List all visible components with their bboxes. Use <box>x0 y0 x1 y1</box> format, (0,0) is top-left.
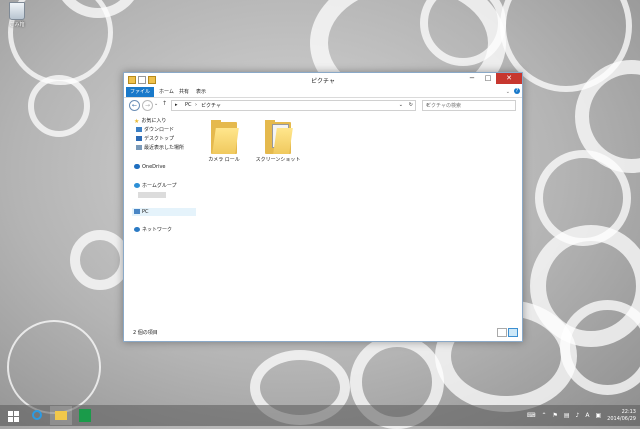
nav-pc[interactable]: PC <box>134 208 149 215</box>
tray-overflow-chevron-icon[interactable]: ⌃ <box>541 412 546 419</box>
nav-recent-places[interactable]: 最近表示した場所 <box>136 144 184 151</box>
file-explorer-taskbar-icon[interactable] <box>50 406 72 425</box>
keyboard-icon[interactable]: ⌨ <box>527 412 536 419</box>
explorer-window: ピクチャ − □ ✕ ファイル ホーム 共有 表示 ⌄ ? ← → ⌄ ↑ ▸ … <box>123 72 523 342</box>
search-icon[interactable]: ⌕ <box>426 101 512 109</box>
ime-mode-icon[interactable]: ▣ <box>596 412 602 419</box>
large-icons-view-button[interactable] <box>508 328 518 337</box>
folder-screenshots-icon <box>265 120 293 154</box>
volume-icon[interactable]: ♪ <box>576 412 580 419</box>
recent-places-icon <box>136 145 142 150</box>
store-taskbar-icon[interactable] <box>74 406 96 425</box>
folder-screenshots[interactable]: スクリーンショット <box>252 120 304 163</box>
back-button[interactable]: ← <box>129 100 140 111</box>
folder-label: スクリーンショット <box>255 157 301 163</box>
folder-icon <box>211 120 239 154</box>
folder-camera-roll[interactable]: カメラ ロール <box>198 120 250 163</box>
system-tray: ⌨ ⌃ ⚑ ▤ ♪ A ▣ 22:13 2014/06/29 <box>527 408 636 423</box>
window-title: ピクチャ <box>311 78 335 85</box>
pc-folder-icon: ▸ <box>175 102 178 108</box>
forward-button[interactable]: → <box>142 100 153 111</box>
star-icon: ★ <box>134 118 140 125</box>
cloud-icon <box>134 164 140 169</box>
ribbon-expand-chevron-icon[interactable]: ⌄ <box>502 87 514 97</box>
help-icon[interactable]: ? <box>514 88 520 94</box>
ime-indicator[interactable]: A <box>585 412 589 419</box>
navigation-pane: ★ お気に入り ダウンロード デスクトップ 最近表示した場所 OneDrive … <box>124 113 196 324</box>
clock-time: 22:13 <box>621 408 636 415</box>
nav-homegroup[interactable]: ホームグループ <box>134 182 177 189</box>
internet-explorer-taskbar-icon[interactable] <box>26 406 48 425</box>
address-bar[interactable]: ▸ PC › ピクチャ ⌄ ↻ <box>171 100 416 111</box>
homegroup-user-placeholder <box>138 192 166 198</box>
tab-view[interactable]: 表示 <box>192 87 210 97</box>
nav-network[interactable]: ネットワーク <box>134 226 172 233</box>
minimize-button[interactable]: − <box>464 73 480 84</box>
recycle-bin-label: ごみ箱 <box>9 22 25 28</box>
tab-share[interactable]: 共有 <box>175 87 193 97</box>
nav-downloads[interactable]: ダウンロード <box>136 126 174 133</box>
tab-file[interactable]: ファイル <box>126 87 155 97</box>
breadcrumb-separator-icon: › <box>195 102 197 108</box>
network-icon <box>134 227 140 232</box>
folder-label: カメラ ロール <box>208 157 240 163</box>
download-icon <box>136 127 142 132</box>
details-view-button[interactable] <box>497 328 507 337</box>
item-count: 2 個の項目 <box>133 330 158 336</box>
breadcrumb-pc[interactable]: PC <box>185 102 192 108</box>
start-button[interactable] <box>2 406 24 425</box>
clock-date: 2014/06/29 <box>607 415 636 422</box>
action-center-flag-icon[interactable]: ⚑ <box>552 412 557 419</box>
desktop-recycle-bin[interactable]: ごみ箱 <box>4 2 30 28</box>
desktop-icon <box>136 136 142 141</box>
close-button[interactable]: ✕ <box>496 73 522 84</box>
nav-desktop[interactable]: デスクトップ <box>136 135 174 142</box>
pc-icon <box>134 209 140 214</box>
address-dropdown-icon[interactable]: ⌄ <box>399 102 403 108</box>
file-list: カメラ ロール スクリーンショット <box>196 113 522 324</box>
title-bar[interactable]: ピクチャ − □ ✕ <box>124 73 522 87</box>
refresh-icon[interactable]: ↻ <box>409 102 413 108</box>
search-box[interactable]: ピクチャの検索 ⌕ <box>422 100 516 111</box>
maximize-button[interactable]: □ <box>480 73 496 84</box>
nav-onedrive[interactable]: OneDrive <box>134 163 166 170</box>
address-row: ← → ⌄ ↑ ▸ PC › ピクチャ ⌄ ↻ ピクチャの検索 ⌕ <box>124 98 522 112</box>
recycle-bin-icon <box>9 2 25 20</box>
nav-favorites[interactable]: ★ お気に入り <box>134 117 166 125</box>
taskbar: ⌨ ⌃ ⚑ ▤ ♪ A ▣ 22:13 2014/06/29 <box>0 405 640 426</box>
clock[interactable]: 22:13 2014/06/29 <box>607 409 636 423</box>
homegroup-icon <box>134 183 140 188</box>
ribbon: ファイル ホーム 共有 表示 ⌄ ? <box>124 87 522 98</box>
recent-locations-chevron-icon[interactable]: ⌄ <box>154 101 158 107</box>
breadcrumb-pictures[interactable]: ピクチャ <box>201 102 221 109</box>
network-status-icon[interactable]: ▤ <box>564 412 570 419</box>
up-arrow-icon[interactable]: ↑ <box>162 100 167 107</box>
status-bar: 2 個の項目 <box>124 325 522 339</box>
